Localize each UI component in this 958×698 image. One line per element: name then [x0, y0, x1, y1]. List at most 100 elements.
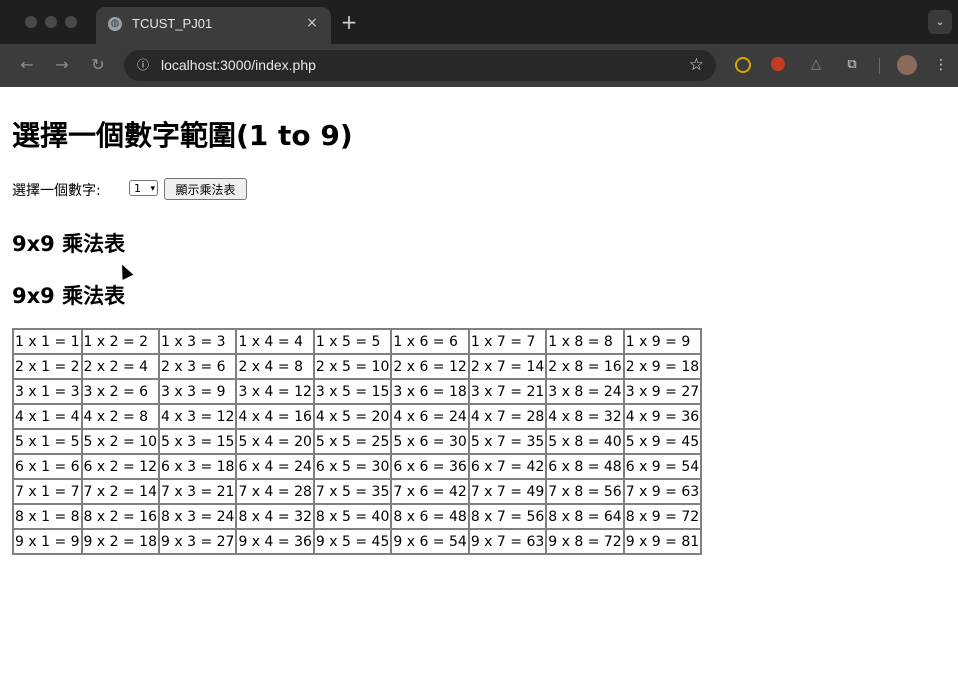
table-cell: 2 x 6 = 12: [391, 354, 469, 379]
table-cell: 3 x 4 = 12: [236, 379, 314, 404]
table-cell: 9 x 3 = 27: [159, 529, 237, 554]
table-cell: 4 x 7 = 28: [468, 404, 547, 429]
table-cell: 8 x 1 = 8: [13, 504, 82, 529]
maximize-window-icon[interactable]: [65, 16, 77, 28]
table-cell: 5 x 1 = 5: [13, 429, 82, 454]
reload-icon[interactable]: ↻: [87, 54, 109, 76]
page-content: 選擇一個數字範圍(1 to 9) 選擇一個數字: 1 ▾ 顯示乘法表 9x9 乘…: [0, 87, 958, 698]
table-cell: 4 x 8 = 32: [546, 404, 624, 429]
section-heading: 9x9 乘法表: [12, 284, 126, 308]
table-cell: 2 x 4 = 8: [236, 354, 314, 379]
table-cell: 4 x 5 = 20: [313, 404, 392, 429]
table-cell: 5 x 6 = 30: [391, 429, 469, 454]
table-cell: 8 x 9 = 72: [623, 504, 702, 529]
table-cell: 2 x 3 = 6: [159, 354, 237, 379]
table-cell: 4 x 1 = 4: [13, 404, 82, 429]
mouse-cursor: [116, 262, 134, 280]
site-info-icon[interactable]: ⓘ: [136, 58, 150, 72]
extension-icon[interactable]: [735, 57, 751, 73]
table-cell: 4 x 9 = 36: [623, 404, 702, 429]
forward-icon[interactable]: →: [51, 54, 73, 76]
table-cell: 4 x 4 = 16: [236, 404, 314, 429]
url-text: localhost:3000/index.php: [161, 57, 316, 73]
table-cell: 8 x 6 = 48: [391, 504, 469, 529]
table-cell: 6 x 1 = 6: [13, 454, 82, 479]
table-cell: 3 x 5 = 15: [313, 379, 392, 404]
number-select-value: 1: [134, 182, 141, 195]
table-cell: 2 x 8 = 16: [546, 354, 624, 379]
table-cell: 1 x 5 = 5: [313, 329, 392, 354]
table-cell: 6 x 7 = 42: [468, 454, 547, 479]
table-row: 7 x 1 = 77 x 2 = 14 7 x 3 = 21 7 x 4 = 28 7…: [13, 479, 702, 504]
bookmark-star-icon[interactable]: ☆: [689, 55, 704, 75]
table-cell: 5 x 4 = 20: [236, 429, 314, 454]
menu-kebab-icon[interactable]: ⋮: [934, 55, 948, 75]
extensions-puzzle-icon[interactable]: ⧉: [844, 57, 860, 73]
table-cell: 3 x 9 = 27: [623, 379, 702, 404]
close-window-icon[interactable]: [25, 16, 37, 28]
table-cell: 3 x 8 = 24: [546, 379, 624, 404]
table-row: 9 x 1 = 99 x 2 = 18 9 x 3 = 27 9 x 4 = 36 9…: [13, 529, 702, 554]
table-cell: 6 x 4 = 24: [236, 454, 314, 479]
table-cell: 9 x 8 = 72: [546, 529, 624, 554]
table-cell: 5 x 8 = 40: [546, 429, 624, 454]
table-row: 1 x 1 = 11 x 2 = 21 x 3 = 31 x 4 = 41 x …: [13, 329, 702, 354]
table-cell: 2 x 2 = 4: [81, 354, 159, 379]
tab-search-icon[interactable]: ⌄: [928, 10, 952, 34]
table-cell: 9 x 9 = 81: [623, 529, 702, 554]
table-cell: 9 x 6 = 54: [391, 529, 469, 554]
back-icon[interactable]: ←: [16, 54, 38, 76]
tab-strip: ◍ TCUST_PJ01 × + ⌄: [0, 0, 958, 44]
table-cell: 2 x 1 = 2: [13, 354, 82, 379]
tab-title: TCUST_PJ01: [132, 16, 213, 31]
table-row: 6 x 1 = 66 x 2 = 12 6 x 3 = 18 6 x 4 = 24 6…: [13, 454, 702, 479]
table-cell: 5 x 5 = 25: [313, 429, 392, 454]
table-cell: 4 x 3 = 12: [159, 404, 237, 429]
table-cell: 1 x 9 = 9: [623, 329, 702, 354]
show-table-button[interactable]: 顯示乘法表: [164, 178, 247, 200]
table-cell: 1 x 7 = 7: [468, 329, 547, 354]
table-row: 4 x 1 = 44 x 2 = 84 x 3 = 12 4 x 4 = 16 4 …: [13, 404, 702, 429]
table-cell: 1 x 2 = 2: [81, 329, 159, 354]
table-cell: 7 x 3 = 21: [159, 479, 237, 504]
table-cell: 9 x 1 = 9: [13, 529, 82, 554]
table-cell: 9 x 2 = 18: [81, 529, 159, 554]
table-cell: 5 x 7 = 35: [468, 429, 547, 454]
table-cell: 7 x 7 = 49: [468, 479, 547, 504]
extension-icon[interactable]: [771, 57, 785, 71]
new-tab-icon[interactable]: +: [338, 11, 360, 33]
number-select[interactable]: 1 ▾: [129, 180, 158, 196]
table-cell: 3 x 2 = 6: [81, 379, 159, 404]
table-cell: 8 x 8 = 64: [546, 504, 624, 529]
table-cell: 8 x 2 = 16: [81, 504, 159, 529]
table-cell: 9 x 5 = 45: [313, 529, 392, 554]
table-cell: 7 x 4 = 28: [236, 479, 314, 504]
address-bar[interactable]: ⓘ localhost:3000/index.php ☆: [124, 50, 716, 81]
table-cell: 1 x 1 = 1: [13, 329, 82, 354]
table-row: 5 x 1 = 55 x 2 = 10 5 x 3 = 15 5 x 4 = 20 5…: [13, 429, 702, 454]
close-tab-icon[interactable]: ×: [303, 14, 321, 32]
table-cell: 6 x 6 = 36: [391, 454, 469, 479]
table-cell: 6 x 3 = 18: [159, 454, 237, 479]
extension-icon[interactable]: △: [808, 57, 824, 73]
tab-active[interactable]: ◍ TCUST_PJ01 ×: [96, 7, 331, 44]
table-cell: 6 x 2 = 12: [81, 454, 159, 479]
minimize-window-icon[interactable]: [45, 16, 57, 28]
table-cell: 9 x 4 = 36: [236, 529, 314, 554]
table-cell: 2 x 5 = 10: [313, 354, 392, 379]
toolbar-divider: [879, 58, 880, 74]
table-cell: 7 x 5 = 35: [313, 479, 392, 504]
table-cell: 8 x 4 = 32: [236, 504, 314, 529]
table-cell: 8 x 5 = 40: [313, 504, 392, 529]
multiplication-table: 1 x 1 = 11 x 2 = 21 x 3 = 31 x 4 = 41 x …: [12, 328, 703, 555]
number-select-label: 選擇一個數字:: [12, 183, 101, 199]
table-cell: 4 x 2 = 8: [81, 404, 159, 429]
table-cell: 1 x 4 = 4: [236, 329, 314, 354]
profile-avatar[interactable]: [897, 55, 917, 75]
table-cell: 2 x 7 = 14: [468, 354, 547, 379]
table-cell: 5 x 3 = 15: [159, 429, 237, 454]
table-cell: 3 x 1 = 3: [13, 379, 82, 404]
table-row: 8 x 1 = 88 x 2 = 16 8 x 3 = 24 8 x 4 = 32 8…: [13, 504, 702, 529]
toolbar: ← → ↻ ⓘ localhost:3000/index.php ☆ △ ⧉ ⋮: [0, 44, 958, 87]
table-row: 2 x 1 = 22 x 2 = 42 x 3 = 62 x 4 = 82 x …: [13, 354, 702, 379]
